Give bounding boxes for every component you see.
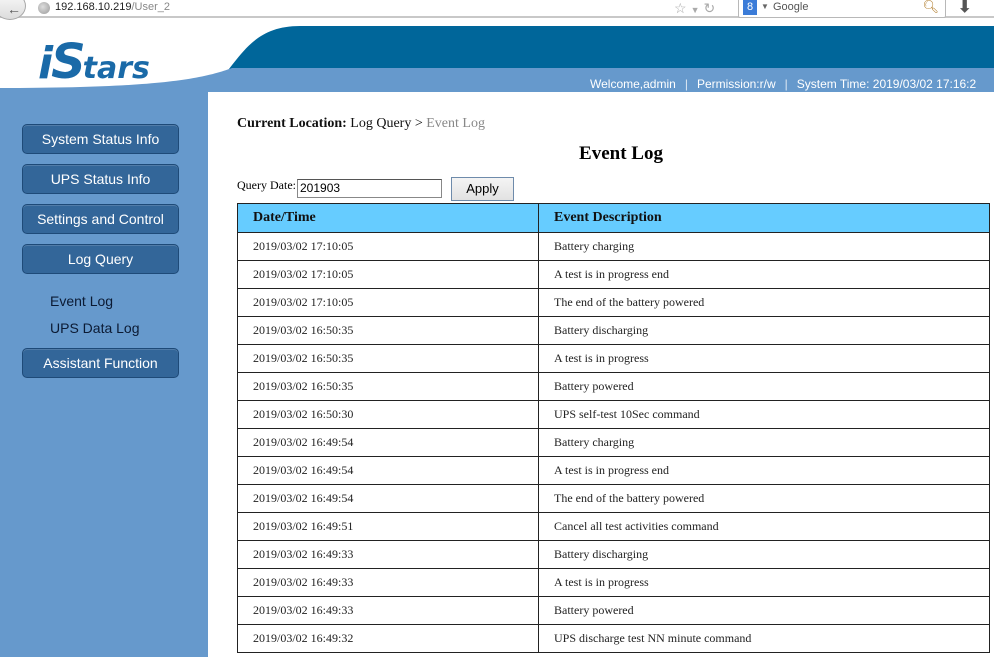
bookmark-star-icon[interactable]: ☆	[674, 0, 691, 16]
cell-datetime: 2019/03/02 16:50:35	[237, 344, 539, 373]
subnav-ups-data-log[interactable]: UPS Data Log	[50, 320, 140, 336]
nav-assistant-function[interactable]: Assistant Function	[22, 348, 179, 378]
cell-datetime: 2019/03/02 16:50:35	[237, 316, 539, 345]
search-placeholder: Google	[773, 1, 809, 13]
subnav-event-log[interactable]: Event Log	[50, 293, 113, 309]
cell-event-description: UPS discharge test NN minute command	[538, 624, 990, 653]
address-bar[interactable]: 192.168.10.219/User_2	[55, 1, 170, 13]
table-row: 2019/03/02 16:49:32 UPS discharge test NN…	[237, 624, 990, 653]
cell-event-description: Battery charging	[538, 232, 990, 261]
cell-datetime: 2019/03/02 16:50:30	[237, 400, 539, 429]
nav-ups-status-info[interactable]: UPS Status Info	[22, 164, 179, 194]
cell-datetime: 2019/03/02 17:10:05	[237, 288, 539, 317]
cell-event-description: Cancel all test activities command	[538, 512, 990, 541]
cell-event-description: The end of the battery powered	[538, 288, 990, 317]
page-header: iStars Welcome,admin | Permission:r/w | Syst…	[0, 20, 994, 92]
cell-datetime: 2019/03/02 16:50:35	[237, 372, 539, 401]
dropdown-arrow-icon[interactable]: ▼	[691, 5, 704, 15]
cell-event-description: Battery discharging	[538, 540, 990, 569]
table-row: 2019/03/02 16:50:35 Battery powered	[237, 372, 990, 401]
apply-button[interactable]: Apply	[451, 177, 514, 201]
column-header-event-description: Event Description	[538, 203, 990, 233]
cell-datetime: 2019/03/02 16:49:54	[237, 428, 539, 457]
back-arrow-icon[interactable]: ←	[0, 0, 26, 20]
table-row: 2019/03/02 16:49:33 A test is in progress	[237, 568, 990, 597]
separator: |	[784, 77, 788, 91]
system-time: System Time: 2019/03/02 17:16:2	[796, 77, 977, 91]
nav-settings-and-control[interactable]: Settings and Control	[22, 204, 179, 234]
download-icon[interactable]: ⬇	[958, 0, 971, 17]
cell-datetime: 2019/03/02 16:49:33	[237, 596, 539, 625]
cell-event-description: UPS self-test 10Sec command	[538, 400, 990, 429]
welcome-text: Welcome,admin	[590, 77, 676, 91]
breadcrumb-label: Current Location:	[237, 116, 347, 131]
table-row: 2019/03/02 17:10:05 Battery charging	[237, 232, 990, 261]
event-log-table: Date/Time Event Description 2019/03/02 1…	[237, 203, 990, 653]
table-row: 2019/03/02 16:49:51 Cancel all test activ…	[237, 512, 990, 541]
breadcrumb: Current Location: Log Query > Event Log	[237, 116, 485, 132]
table-row: 2019/03/02 17:10:05 A test is in progress…	[237, 260, 990, 289]
table-row: 2019/03/02 16:49:33 Battery powered	[237, 596, 990, 625]
table-row: 2019/03/02 16:49:33 Battery discharging	[237, 540, 990, 569]
permission-text: Permission:r/w	[696, 77, 776, 91]
reload-icon[interactable]: ↻	[703, 0, 719, 16]
cell-datetime: 2019/03/02 16:49:54	[237, 484, 539, 513]
cell-datetime: 2019/03/02 16:49:54	[237, 456, 539, 485]
nav-log-query[interactable]: Log Query	[22, 244, 179, 274]
globe-icon	[38, 2, 50, 14]
url-host: 192.168.10.219	[55, 1, 132, 13]
table-row: 2019/03/02 16:49:54 Battery charging	[237, 428, 990, 457]
engine-dropdown-icon[interactable]: ▼	[761, 2, 769, 11]
main-content: Current Location: Log Query > Event Log …	[208, 95, 994, 657]
istars-logo: iStars	[38, 34, 150, 90]
browser-toolbar: ← 192.168.10.219/User_2 ☆▼↻ 8 ▼ Google 🔍…	[0, 0, 994, 20]
cell-event-description: Battery discharging	[538, 316, 990, 345]
table-header-row: Date/Time Event Description	[237, 203, 990, 233]
cell-datetime: 2019/03/02 17:10:05	[237, 260, 539, 289]
cell-event-description: Battery charging	[538, 428, 990, 457]
breadcrumb-parent[interactable]: Log Query	[350, 116, 411, 131]
search-icon[interactable]: 🔍︎	[922, 0, 939, 15]
cell-datetime: 2019/03/02 16:49:33	[237, 540, 539, 569]
cell-event-description: The end of the battery powered	[538, 484, 990, 513]
table-row: 2019/03/02 16:49:54 The end of the batter…	[237, 484, 990, 513]
sidebar: System Status Info UPS Status Info Setti…	[0, 92, 208, 657]
cell-datetime: 2019/03/02 16:49:33	[237, 568, 539, 597]
user-info-bar: Welcome,admin | Permission:r/w | System Time…	[590, 77, 976, 91]
table-row: 2019/03/02 16:50:35 Battery discharging	[237, 316, 990, 345]
nav-system-status-info[interactable]: System Status Info	[22, 124, 179, 154]
cell-datetime: 2019/03/02 16:49:51	[237, 512, 539, 541]
cell-event-description: Battery powered	[538, 372, 990, 401]
url-path: /User_2	[131, 1, 170, 13]
query-date-input[interactable]: 201903	[297, 179, 442, 198]
search-box[interactable]: 8 ▼ Google 🔍︎	[738, 0, 946, 18]
cell-event-description: Battery powered	[538, 596, 990, 625]
table-row: 2019/03/02 16:50:35 A test is in progress	[237, 344, 990, 373]
address-bar-icons: ☆▼↻	[674, 0, 719, 17]
query-date-label: Query Date:	[237, 178, 296, 192]
breadcrumb-separator: >	[414, 116, 423, 131]
google-icon: 8	[743, 0, 757, 15]
table-row: 2019/03/02 16:49:54 A test is in progress…	[237, 456, 990, 485]
cell-event-description: A test is in progress	[538, 344, 990, 373]
table-row: 2019/03/02 17:10:05 The end of the batter…	[237, 288, 990, 317]
table-row: 2019/03/02 16:50:30 UPS self-test 10Sec c…	[237, 400, 990, 429]
separator: |	[684, 77, 688, 91]
cell-event-description: A test is in progress end	[538, 260, 990, 289]
cell-datetime: 2019/03/02 17:10:05	[237, 232, 539, 261]
column-header-datetime: Date/Time	[237, 203, 539, 233]
page-title: Event Log	[579, 143, 663, 164]
breadcrumb-current: Event Log	[426, 116, 485, 131]
cell-event-description: A test is in progress end	[538, 456, 990, 485]
cell-event-description: A test is in progress	[538, 568, 990, 597]
cell-datetime: 2019/03/02 16:49:32	[237, 624, 539, 653]
